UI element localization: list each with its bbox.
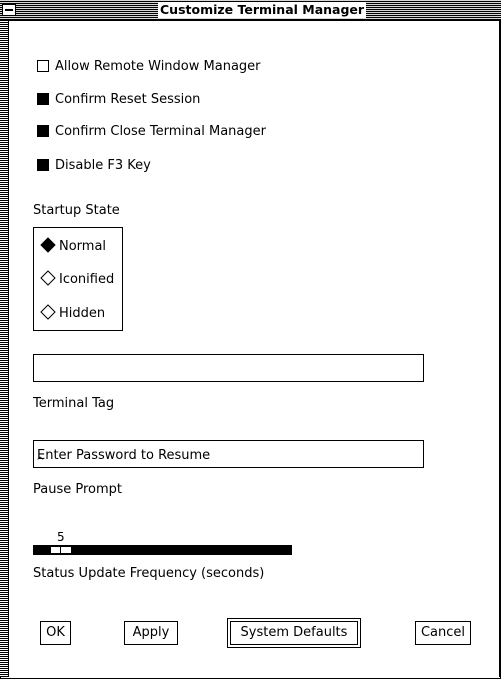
pause-prompt-input[interactable]: Enter Password to Resume ^ xyxy=(33,440,424,468)
radio-normal[interactable]: Normal xyxy=(40,237,106,254)
checkbox-icon xyxy=(37,60,49,72)
checkbox-icon xyxy=(37,159,49,171)
allow-remote-wm-checkbox[interactable]: Allow Remote Window Manager xyxy=(37,59,261,75)
ok-button[interactable]: OK xyxy=(40,621,71,645)
slider-thumb[interactable] xyxy=(50,546,72,554)
title-bar[interactable]: Customize Terminal Manager xyxy=(0,0,501,21)
slider-value: 5 xyxy=(57,530,65,544)
startup-state-label: Startup State xyxy=(33,203,120,218)
terminal-tag-input[interactable] xyxy=(33,354,424,382)
terminal-tag-label: Terminal Tag xyxy=(33,396,115,411)
radio-selected-icon xyxy=(40,237,56,253)
text-cursor-icon: ^ xyxy=(36,456,45,467)
checkbox-icon xyxy=(37,125,49,137)
checkbox-icon xyxy=(37,93,49,105)
window-menu-button[interactable] xyxy=(2,4,16,16)
pause-prompt-label: Pause Prompt xyxy=(33,482,123,497)
confirm-reset-checkbox[interactable]: Confirm Reset Session xyxy=(37,92,200,108)
disable-f3-checkbox[interactable]: Disable F3 Key xyxy=(37,158,151,174)
left-border xyxy=(0,20,9,677)
status-update-label: Status Update Frequency (seconds) xyxy=(33,566,265,581)
radio-unselected-icon xyxy=(40,270,56,286)
radio-hidden[interactable]: Hidden xyxy=(40,304,105,321)
confirm-close-checkbox[interactable]: Confirm Close Terminal Manager xyxy=(37,124,266,140)
radio-unselected-icon xyxy=(40,304,56,320)
startup-state-group: Normal Iconified Hidden xyxy=(33,227,123,331)
cancel-button[interactable]: Cancel xyxy=(415,621,471,645)
window-title: Customize Terminal Manager xyxy=(158,2,367,18)
system-defaults-button[interactable]: System Defaults xyxy=(227,618,361,648)
apply-button[interactable]: Apply xyxy=(124,621,178,645)
radio-iconified[interactable]: Iconified xyxy=(40,270,114,287)
